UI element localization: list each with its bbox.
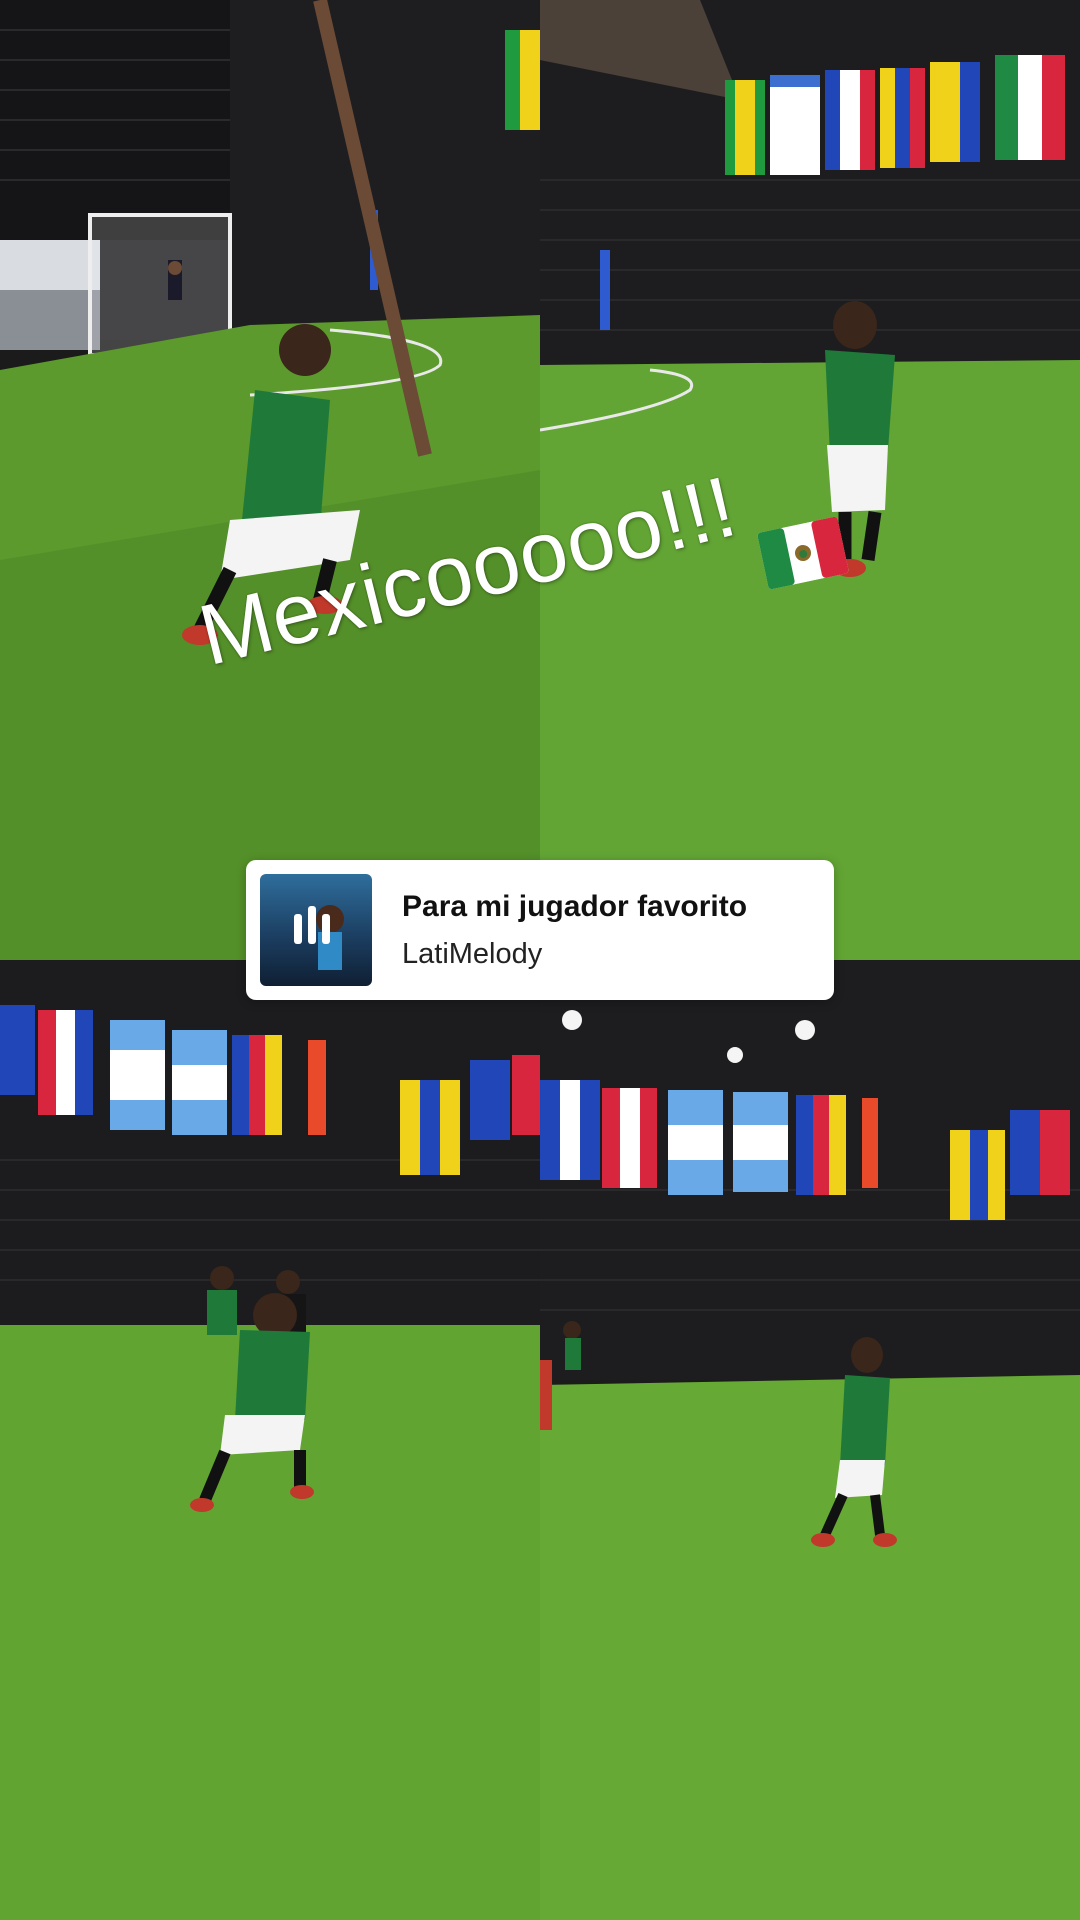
song-title: Para mi jugador favorito <box>402 890 748 923</box>
indoor-field-scene <box>540 960 1080 1920</box>
indoor-field-scene <box>540 0 1080 960</box>
video-frame-top-right <box>540 0 1080 960</box>
artist-name: LatiMelody <box>402 938 543 970</box>
music-sticker-card[interactable]: Para mi jugador favorito LatiMelody <box>246 860 834 1000</box>
indoor-field-scene <box>0 0 540 960</box>
album-art-icon <box>294 905 344 970</box>
video-frame-bottom-left <box>0 960 540 1920</box>
album-cover <box>260 874 372 986</box>
video-frame-bottom-right <box>540 960 1080 1920</box>
indoor-field-scene <box>0 960 540 1920</box>
video-frame-top-left <box>0 0 540 960</box>
